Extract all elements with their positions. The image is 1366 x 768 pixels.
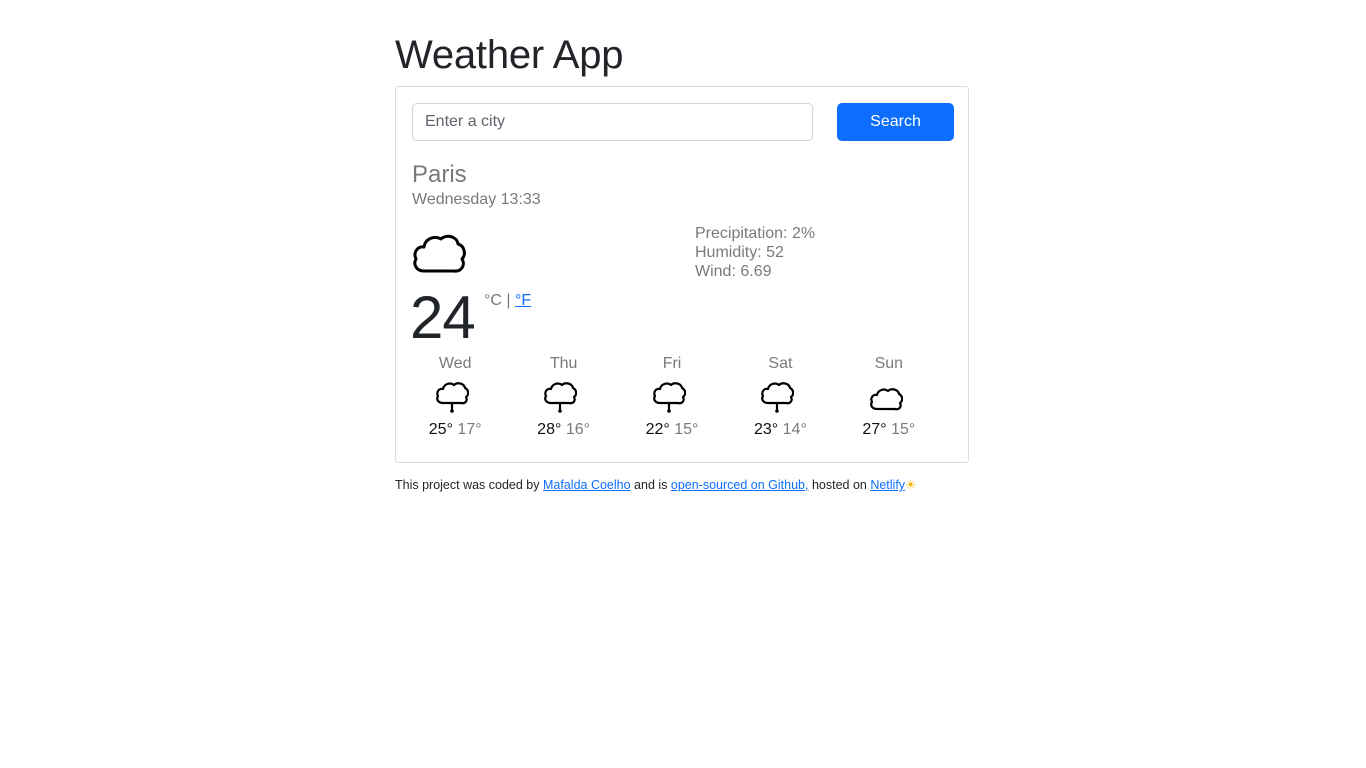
footer-text: and is	[630, 478, 671, 492]
forecast-temps: 27° 15°	[824, 420, 954, 440]
forecast-low: 15°	[674, 421, 699, 438]
search-button[interactable]: Search	[837, 103, 954, 141]
humidity: Humidity: 52	[695, 244, 784, 261]
weather-details: Precipitation: 2% Humidity: 52 Wind: 6.6…	[695, 224, 815, 281]
weather-card: Search Paris Wednesday 13:33 24 °C | °F …	[395, 86, 969, 463]
celsius-label: °C |	[484, 292, 511, 309]
forecast-low: 14°	[782, 421, 807, 438]
forecast-low: 15°	[891, 421, 916, 438]
forecast-high: 27°	[862, 421, 887, 438]
forecast-day-name: Sun	[874, 355, 904, 372]
forecast-high: 28°	[537, 421, 562, 438]
footer-text: hosted on	[808, 478, 871, 492]
rain-cloud-icon	[544, 382, 578, 413]
sun-icon: ☀	[905, 478, 917, 492]
rain-cloud-icon	[652, 382, 686, 413]
fahrenheit-link[interactable]: °F	[515, 292, 531, 309]
wind: Wind: 6.69	[695, 263, 772, 280]
forecast-high: 22°	[645, 421, 670, 438]
search-input[interactable]	[412, 103, 813, 141]
forecast: Wed 25° 17° Thu 28° 16° Fri 22° 15° Sat …	[412, 354, 954, 454]
rain-cloud-icon	[436, 382, 469, 413]
forecast-high: 25°	[428, 421, 453, 438]
forecast-low: 16°	[565, 421, 591, 438]
forecast-high: 23°	[753, 421, 779, 438]
current-temperature: 24	[410, 284, 476, 351]
search-form: Search	[412, 103, 954, 141]
unit-toggle: °C | °F	[484, 292, 531, 310]
footer-text: This project was coded by	[395, 478, 543, 492]
footer: This project was coded by Mafalda Coelho…	[395, 477, 916, 493]
page: Weather App Search Paris Wednesday 13:33…	[395, 26, 971, 463]
precipitation: Precipitation: 2%	[695, 225, 816, 242]
forecast-day: Sun 27° 15°	[846, 354, 954, 454]
netlify-link[interactable]: Netlify	[870, 478, 905, 492]
cloud-icon	[413, 234, 466, 273]
forecast-low: 17°	[457, 421, 482, 438]
github-link[interactable]: open-sourced on Github,	[671, 478, 809, 492]
author-link[interactable]: Mafalda Coelho	[543, 478, 631, 492]
page-title: Weather App	[395, 33, 624, 77]
current-datetime: Wednesday 13:33	[412, 191, 541, 208]
cloud-icon	[869, 388, 903, 411]
city-name: Paris	[412, 161, 467, 188]
rain-cloud-icon	[761, 382, 795, 413]
